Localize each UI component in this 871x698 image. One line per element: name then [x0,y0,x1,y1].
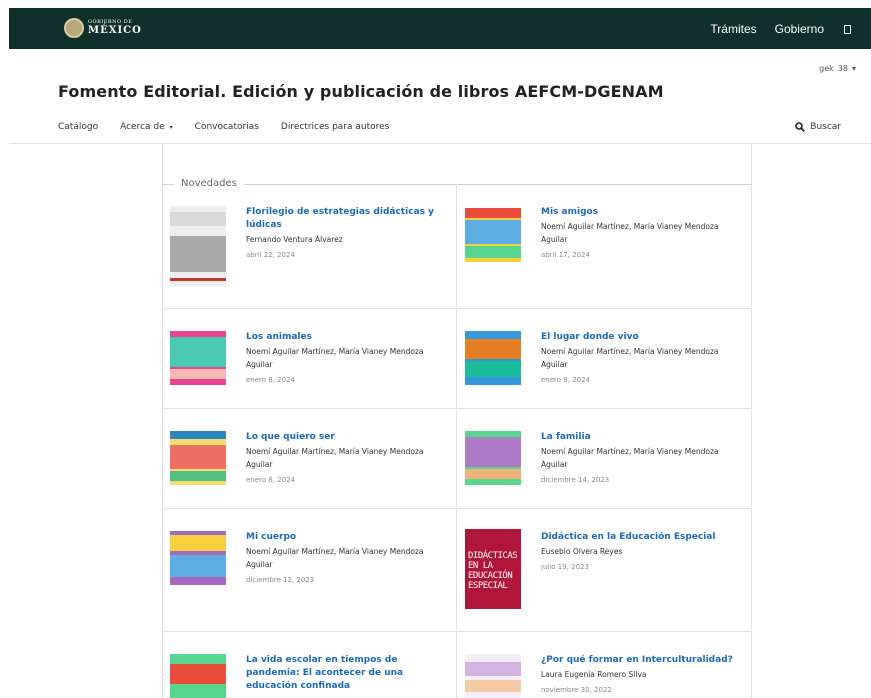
book-authors: Noemí Aguilar Martínez, María Vianey Men… [246,547,424,569]
book-cover[interactable]: DIDÁCTICAS EN LA EDUCACIÓN ESPECIAL [465,529,521,609]
book-authors: Noemí Aguilar Martínez, María Vianey Men… [246,447,424,469]
book-card: Lo que quiero ser Noemí Aguilar Martínez… [162,409,457,509]
language-code: gek [819,64,834,73]
book-date: diciembre 12, 2023 [246,576,315,584]
book-card: DIDÁCTICAS EN LA EDUCACIÓN ESPECIAL Didá… [457,509,752,632]
search-icon [795,122,806,132]
book-authors: Noemí Aguilar Martínez, María Vianey Men… [541,447,719,469]
nav-catalogo[interactable]: Catálogo [58,122,98,132]
book-title[interactable]: ¿Por qué formar en Interculturalidad? [541,654,741,667]
book-authors: Noemí Aguilar Martínez, María Vianey Men… [541,222,719,244]
book-cover[interactable] [465,431,521,485]
book-title[interactable]: Los animales [246,331,446,344]
chevron-down-icon: ▾ [169,123,173,131]
nav-directrices[interactable]: Directrices para autores [281,122,389,132]
book-card: El lugar donde vivo Noemí Aguilar Martín… [457,309,752,409]
book-cover[interactable] [170,531,226,585]
book-date: enero 8, 2024 [246,476,295,484]
book-title[interactable]: La familia [541,431,741,444]
book-authors: Noemí Aguilar Martínez, María Vianey Men… [246,347,424,369]
book-title[interactable]: El lugar donde vivo [541,331,741,344]
book-title[interactable]: Mis amigos [541,206,741,219]
main-nav: Catálogo Acerca de ▾ Convocatorias Direct… [58,122,411,132]
book-card: Mi cuerpo Noemí Aguilar Martínez, María … [162,509,457,632]
nav-convocatorias[interactable]: Convocatorias [195,122,259,132]
gov-header-bar: GOBIERNO DE MÉXICO Trámites Gobierno [9,8,871,49]
search-link[interactable]: Buscar [795,122,841,132]
book-cover[interactable] [170,206,226,286]
didactica-cover: DIDÁCTICAS EN LA EDUCACIÓN ESPECIAL [465,529,521,609]
gov-nav: Trámites Gobierno [692,22,851,36]
site-title[interactable]: Fomento Editorial. Edición y publicación… [58,82,664,101]
book-cover[interactable] [170,331,226,385]
language-value: 38 [837,64,848,73]
book-card: Los animales Noemí Aguilar Martínez, Mar… [162,309,457,409]
book-authors: Noemí Aguilar Martínez, María Vianey Men… [541,347,719,369]
book-date: enero 8, 2024 [246,376,295,384]
book-authors: Laura Eugenia Romero Silva [541,670,647,679]
book-authors: Fernando Ventura Álvarez [246,235,343,244]
book-date: noviembre 30, 2022 [541,686,612,694]
seal-icon [64,18,84,38]
book-cover[interactable] [465,208,521,262]
book-card: La familia Noemí Aguilar Martínez, María… [457,409,752,509]
language-selector[interactable]: gek 38 ▾ [819,64,856,73]
book-title[interactable]: Florilegio de estrategias didácticas y l… [246,206,446,232]
tramites-link[interactable]: Trámites [710,22,756,36]
book-card: ¿Por qué formar en Interculturalidad? La… [457,632,752,698]
book-date: julio 19, 2023 [541,563,589,571]
book-title[interactable]: Mi cuerpo [246,531,446,544]
book-cover[interactable] [170,654,226,698]
book-title[interactable]: La vida escolar en tiempos de pandemia: … [246,654,446,693]
book-cover[interactable] [465,654,521,698]
gobierno-mexico-logo[interactable]: GOBIERNO DE MÉXICO [64,18,142,38]
book-card: Florilegio de estrategias didácticas y l… [162,184,457,309]
book-date: abril 17, 2024 [541,251,590,259]
book-card: Mis amigos Noemí Aguilar Martínez, María… [457,184,752,309]
nav-acerca-de[interactable]: Acerca de ▾ [120,122,173,132]
search-square-icon[interactable] [844,24,851,34]
book-card: La vida escolar en tiempos de pandemia: … [162,632,457,698]
book-cover[interactable] [170,431,226,485]
book-date: abril 22, 2024 [246,251,295,259]
gobierno-link[interactable]: Gobierno [775,22,824,36]
chevron-down-icon: ▾ [851,64,856,73]
book-authors: Eusebio Olvera Reyes [541,547,623,556]
logo-big-text: MÉXICO [88,25,142,36]
book-title[interactable]: Didáctica en la Educación Especial [541,531,741,544]
book-date: enero 8, 2024 [541,376,590,384]
book-cover[interactable] [465,331,521,385]
book-date: diciembre 14, 2023 [541,476,610,484]
book-title[interactable]: Lo que quiero ser [246,431,446,444]
